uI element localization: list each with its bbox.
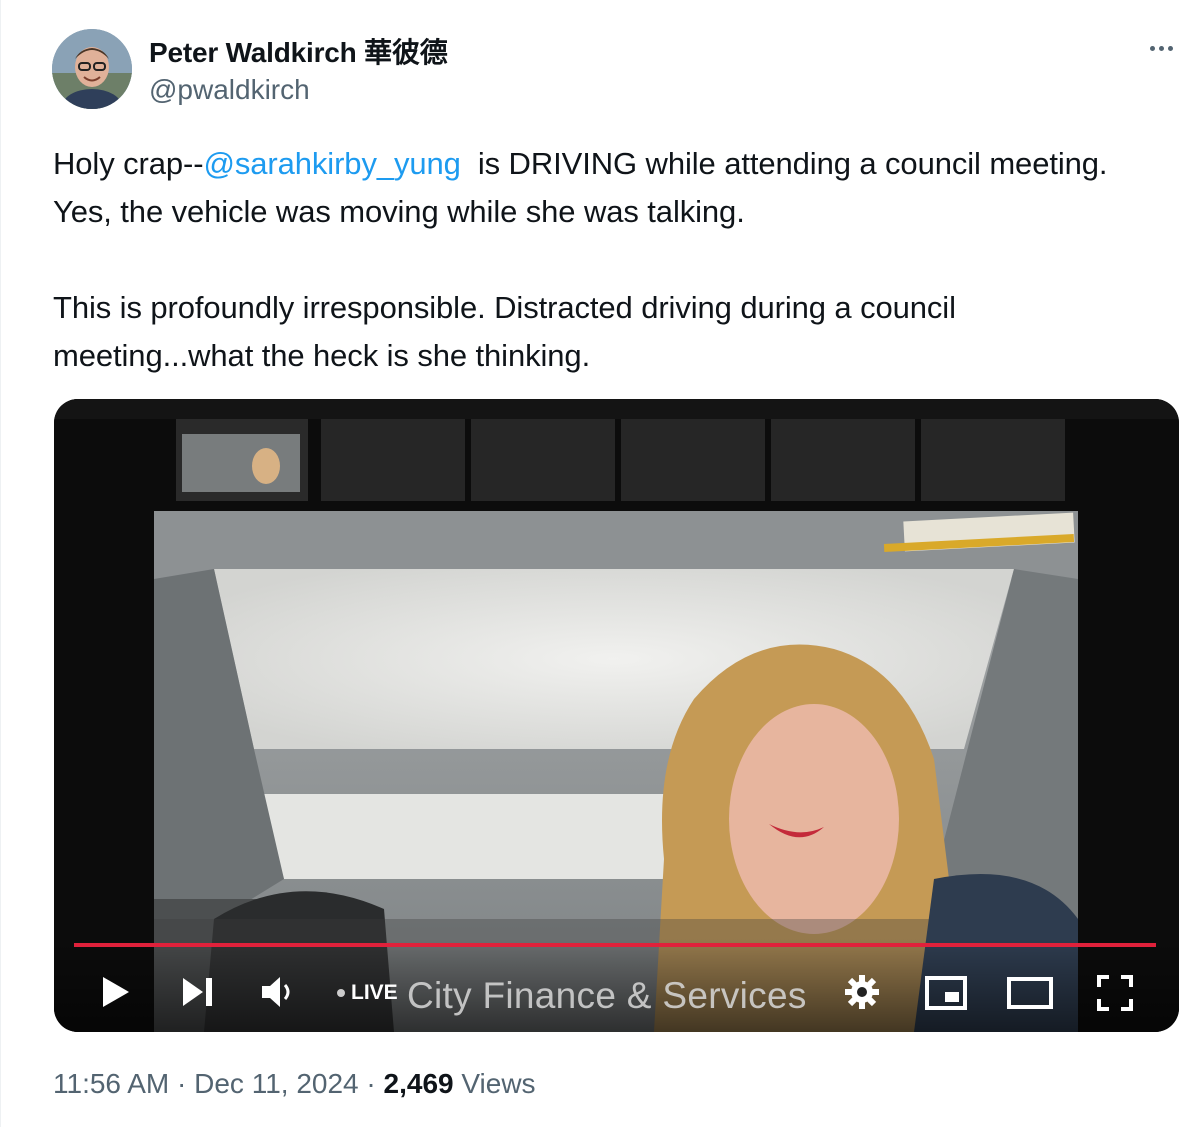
progress-track[interactable] [74, 943, 1156, 947]
more-icon[interactable] [1141, 36, 1181, 60]
mention-link[interactable]: @sarahkirby_yung [203, 146, 460, 181]
video-player[interactable]: LIVE City Finance & Services [54, 399, 1179, 1032]
live-badge[interactable]: LIVE [337, 981, 398, 1005]
video-caption: City Finance & Services [407, 975, 807, 1016]
tweet-text: Holy crap--@sarahkirby_yung is DRIVING w… [53, 140, 1163, 380]
tweet-date[interactable]: Dec 11, 2024 [194, 1068, 359, 1099]
tweet-time[interactable]: 11:56 AM [53, 1068, 169, 1099]
author-name[interactable]: Peter Waldkirch 華彼德 [149, 31, 448, 71]
settings-icon[interactable] [844, 974, 880, 1010]
text-prefix: Holy crap-- [53, 146, 204, 181]
progress-fill [74, 943, 1156, 947]
volume-icon[interactable] [260, 975, 300, 1009]
tweet-meta: 11:56 AM · Dec 11, 2024 · 2,469 Views [53, 1068, 536, 1100]
views-count: 2,469 [383, 1068, 454, 1099]
theater-icon[interactable] [1007, 977, 1053, 1009]
tweet-paragraph-1: Holy crap--@sarahkirby_yung is DRIVING w… [53, 140, 1163, 236]
play-icon[interactable] [100, 975, 132, 1009]
meta-separator: · [177, 1068, 187, 1099]
miniplayer-icon[interactable] [925, 976, 967, 1010]
live-dot-icon [337, 989, 345, 998]
views-label: Views [461, 1068, 536, 1099]
meta-separator: · [366, 1068, 376, 1099]
tweet-paragraph-2: This is profoundly irresponsible. Distra… [53, 290, 956, 373]
avatar[interactable] [52, 29, 132, 109]
tweet-card: Peter Waldkirch 華彼德 @pwaldkirch Holy cra… [0, 0, 1200, 1127]
author-handle[interactable]: @pwaldkirch [149, 74, 310, 106]
live-label: LIVE [351, 981, 398, 1004]
avatar-image [52, 29, 132, 109]
video-frame [54, 399, 1179, 1032]
next-icon[interactable] [181, 976, 215, 1008]
fullscreen-icon[interactable] [1097, 975, 1133, 1011]
